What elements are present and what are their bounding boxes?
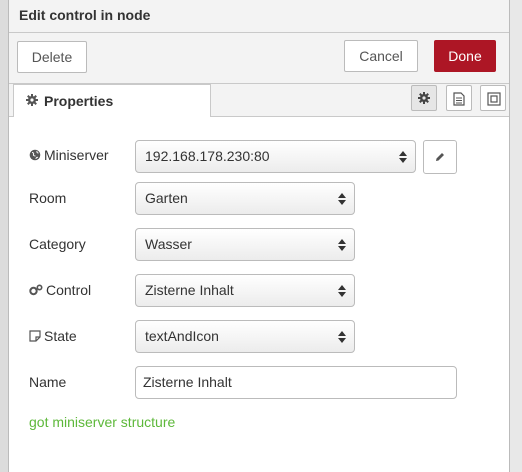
select-arrows-icon	[338, 331, 346, 343]
cogs-icon	[29, 284, 43, 296]
state-select[interactable]: textAndIcon	[135, 320, 355, 353]
category-label: Category	[29, 236, 86, 252]
sticky-note-icon	[29, 330, 41, 342]
edit-miniserver-button[interactable]	[423, 140, 457, 174]
node-settings-button[interactable]	[411, 85, 437, 111]
cancel-button[interactable]: Cancel	[344, 40, 418, 72]
gear-icon	[418, 92, 430, 104]
tray-title: Edit control in node	[19, 7, 151, 23]
edit-tray: Edit control in node Delete Cancel Done …	[8, 0, 510, 472]
pencil-icon	[436, 153, 444, 161]
gear-icon	[26, 94, 38, 106]
select-arrows-icon	[338, 285, 346, 297]
state-label: State	[29, 328, 77, 344]
tray-header: Edit control in node	[9, 0, 509, 33]
workspace-edge-right	[510, 0, 522, 472]
name-input[interactable]: Zisterne Inhalt	[135, 366, 457, 399]
category-select[interactable]: Wasser	[135, 228, 355, 261]
delete-button[interactable]: Delete	[17, 41, 87, 73]
control-label: Control	[29, 282, 91, 298]
name-label: Name	[29, 374, 67, 390]
tab-properties-label: Properties	[44, 93, 114, 109]
tray-toolbar: Delete Cancel Done	[9, 33, 509, 84]
miniserver-select[interactable]: 192.168.178.230:80	[135, 140, 416, 173]
tabs-bar: Properties	[9, 84, 509, 117]
tab-properties[interactable]: Properties	[13, 84, 211, 117]
status-message: got miniserver structure	[29, 414, 176, 430]
description-icon	[453, 92, 465, 106]
room-select[interactable]: Garten	[135, 182, 355, 215]
select-arrows-icon	[399, 151, 407, 163]
done-button[interactable]: Done	[434, 40, 496, 72]
room-label: Room	[29, 190, 67, 206]
select-arrows-icon	[338, 239, 346, 251]
select-arrows-icon	[338, 193, 346, 205]
control-select[interactable]: Zisterne Inhalt	[135, 274, 355, 307]
appearance-icon	[487, 92, 501, 106]
node-description-button[interactable]	[446, 85, 472, 111]
miniserver-label: Miniserver	[29, 147, 109, 163]
globe-icon	[29, 149, 41, 161]
node-appearance-button[interactable]	[480, 85, 506, 111]
